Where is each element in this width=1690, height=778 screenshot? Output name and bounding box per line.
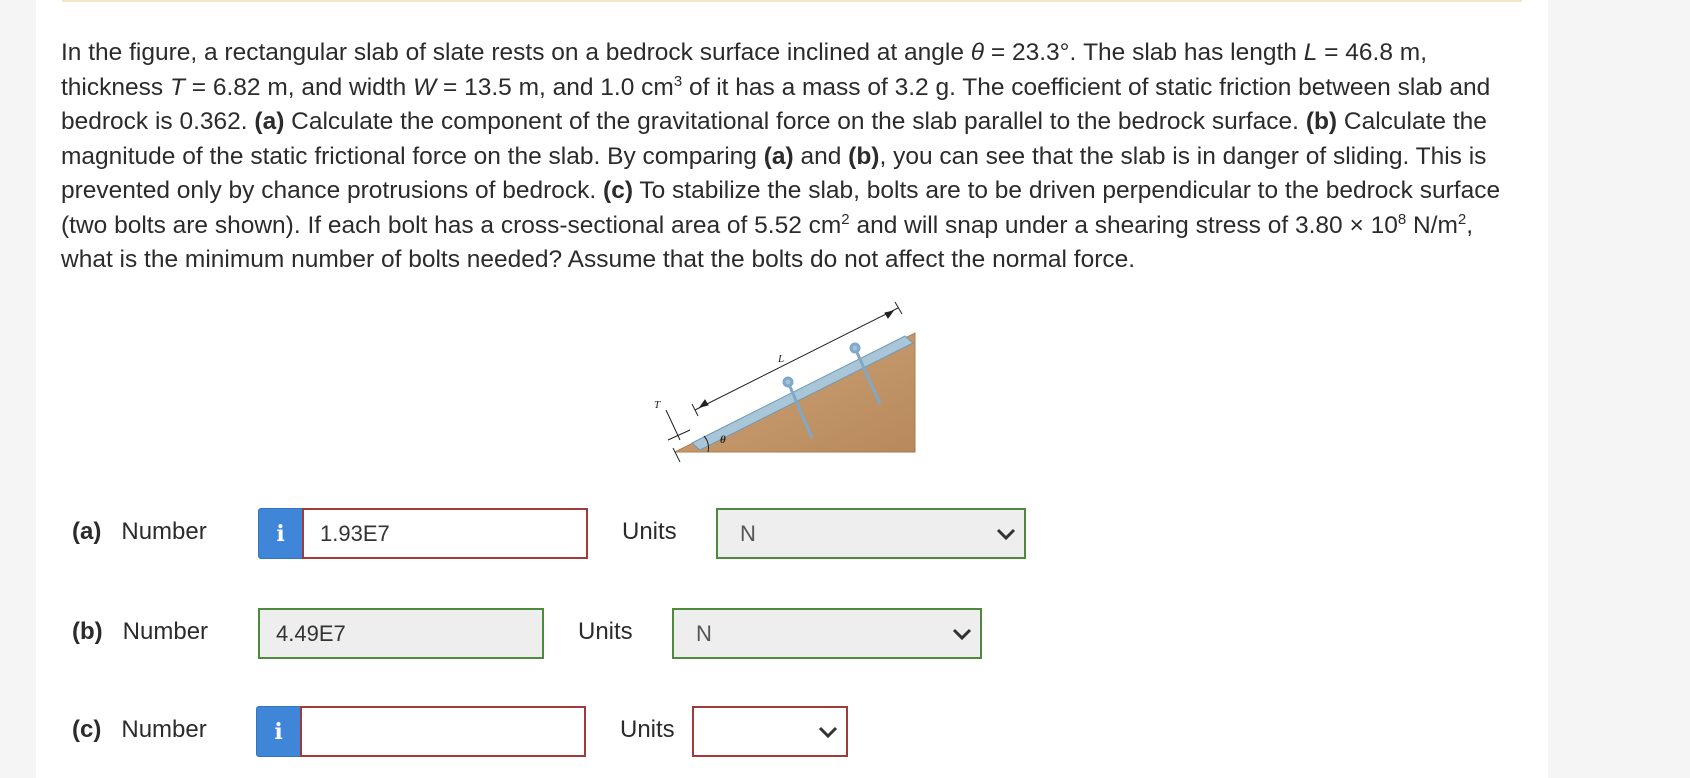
answer-b-input[interactable]: 4.49E7 [258, 608, 544, 659]
thickness-dimension [665, 409, 691, 463]
units-select-a-value: N [740, 520, 756, 546]
units-label-a: Units [622, 518, 677, 545]
row-a-label: (a) Number [72, 518, 207, 545]
chevron-down-icon [818, 726, 838, 739]
chevron-down-icon [996, 528, 1016, 541]
info-icon[interactable]: i [258, 508, 303, 559]
units-select-b[interactable]: N [672, 608, 982, 659]
units-select-b-value: N [696, 620, 712, 646]
answer-a-input[interactable]: 1.93E7 [302, 508, 588, 559]
chevron-down-icon [952, 628, 972, 641]
units-label-b: Units [578, 618, 633, 645]
top-divider [62, 0, 1522, 2]
answer-c-input[interactable] [300, 706, 586, 757]
label-T: T [654, 399, 661, 411]
units-select-a[interactable]: N [716, 508, 1026, 559]
label-theta: θ [720, 434, 726, 446]
slab-on-incline-figure: L T θ [654, 301, 916, 463]
units-select-c[interactable] [692, 706, 848, 757]
label-L: L [777, 353, 784, 365]
row-b-label: (b) Number [72, 618, 209, 645]
problem-statement: In the figure, a rectangular slab of sla… [61, 39, 1501, 273]
info-icon[interactable]: i [256, 706, 301, 757]
units-label-c: Units [620, 716, 675, 743]
row-c-label: (c) Number [72, 716, 207, 743]
